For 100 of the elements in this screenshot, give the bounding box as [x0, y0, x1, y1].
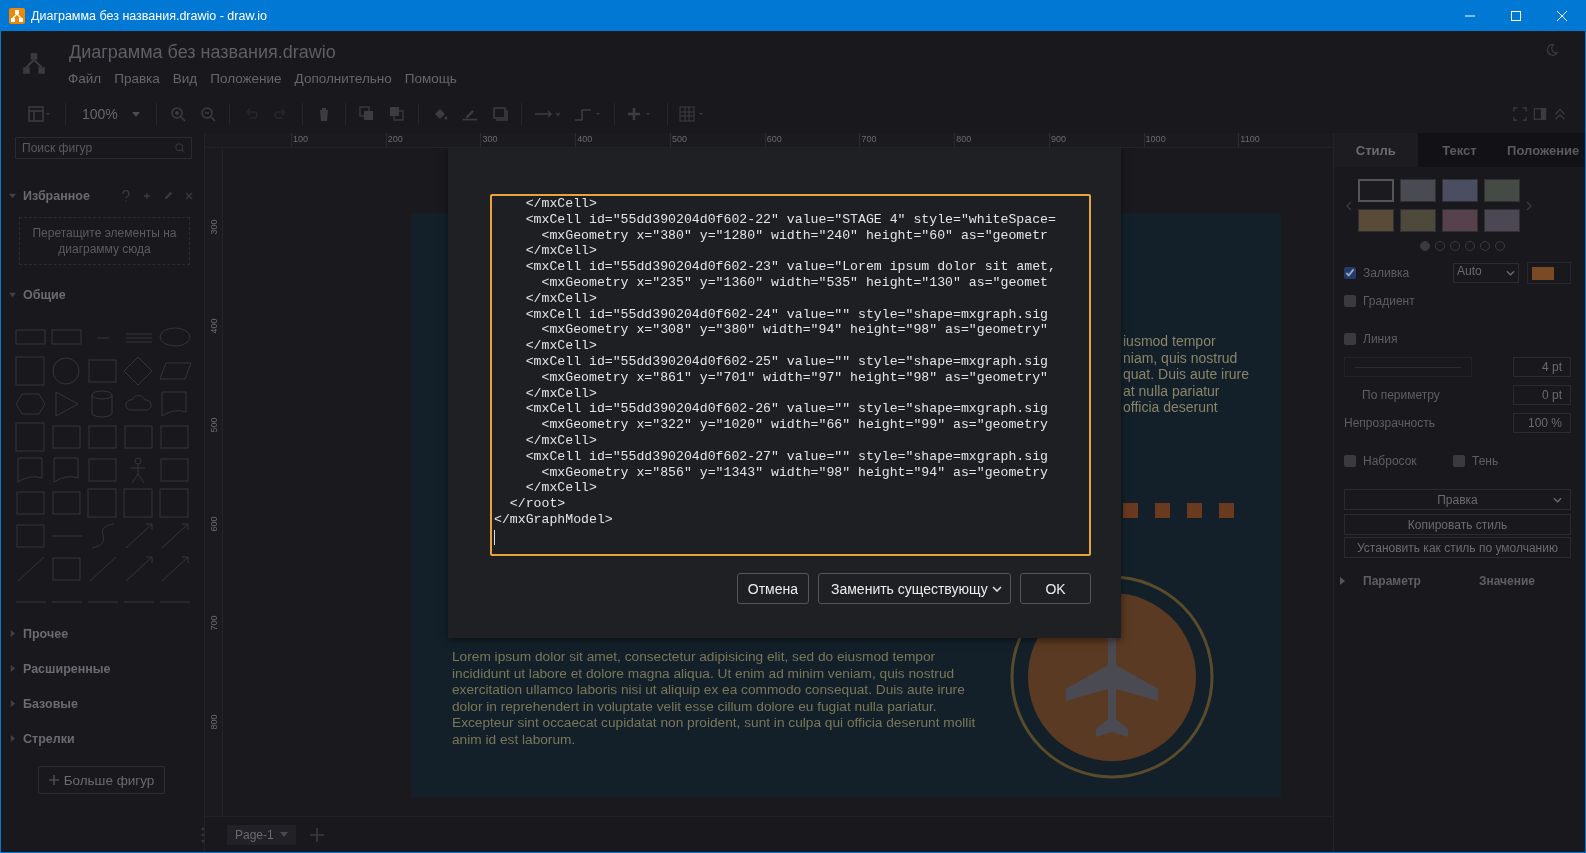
set-default-style-button[interactable]: Установить как стиль по умолчанию — [1344, 537, 1571, 558]
menu-item[interactable]: Положение — [210, 71, 282, 86]
style-swatch[interactable] — [1484, 209, 1520, 232]
search-field[interactable]: Поиск фигур — [15, 137, 192, 159]
maximize-icon[interactable] — [1510, 9, 1522, 22]
menu-item[interactable]: Дополнительно — [294, 71, 392, 86]
help-icon[interactable] — [121, 189, 131, 202]
ruler-label: 600 — [764, 133, 860, 147]
section-title[interactable]: Стрелки — [23, 731, 75, 746]
diagram-text: iusmod tempor — [1123, 333, 1217, 350]
copy-style-button[interactable]: Копировать стиль — [1344, 514, 1571, 535]
caret-icon[interactable] — [9, 700, 16, 707]
expand-icon[interactable] — [1340, 577, 1345, 585]
line-width-field[interactable]: 4 pt — [1513, 357, 1571, 377]
column-header[interactable]: Параметр — [1351, 574, 1421, 588]
window-title: Диаграмма без названия.drawio - draw.io — [31, 8, 267, 23]
ruler-label: 600 — [208, 516, 219, 532]
opacity-field[interactable]: 100 % — [1513, 413, 1571, 433]
ok-button[interactable]: OK — [1020, 573, 1091, 604]
edit-style-select[interactable]: Правка — [1344, 489, 1571, 510]
ruler-label: 800 — [954, 133, 1049, 147]
style-swatch[interactable] — [1358, 179, 1394, 202]
zoom-select[interactable]: 100% — [82, 106, 140, 122]
section-title[interactable]: Базовые — [23, 696, 78, 711]
ruler-label: 300 — [480, 133, 576, 147]
moon-icon[interactable] — [1545, 43, 1559, 57]
caret-icon[interactable] — [9, 735, 16, 742]
caret-icon[interactable] — [9, 630, 16, 637]
square-shape — [1187, 503, 1202, 518]
checkbox[interactable] — [1344, 267, 1356, 279]
style-swatch[interactable] — [1358, 209, 1394, 232]
close-icon[interactable] — [1556, 9, 1568, 22]
format-tab[interactable]: Текст — [1417, 133, 1502, 167]
ruler-label: 100 — [291, 133, 386, 147]
caret-icon[interactable] — [9, 291, 16, 298]
more-shapes-button[interactable]: Больше фигур — [37, 766, 166, 794]
diagram-text: officia deserunt — [1123, 399, 1219, 416]
shadow-icon[interactable] — [491, 106, 508, 122]
menu-item[interactable]: Файл — [68, 71, 102, 86]
waypoint-icon[interactable] — [572, 106, 603, 122]
ruler-label: 500 — [669, 133, 765, 147]
section-title[interactable]: Прочее — [23, 626, 69, 641]
document-title[interactable]: Диаграмма без названия.drawio — [69, 42, 457, 63]
drop-hint: Перетащите элементы на диаграмму сюда — [31, 225, 178, 257]
checkbox[interactable] — [1453, 455, 1465, 467]
perimeter-label: По периметру — [1362, 388, 1440, 402]
menu-item[interactable]: Вид — [172, 71, 198, 86]
page-tab[interactable]: Page-1 — [227, 824, 296, 845]
fill-mode-select[interactable]: Auto — [1453, 263, 1519, 283]
pencil-icon[interactable] — [163, 189, 173, 202]
line-label: Линия — [1363, 332, 1398, 346]
checkbox[interactable] — [1344, 295, 1356, 307]
caret-icon[interactable] — [9, 192, 16, 199]
square-shape — [1123, 503, 1138, 518]
zoom-out-icon[interactable] — [199, 106, 216, 122]
style-swatch[interactable] — [1400, 209, 1436, 232]
xml-editor-field[interactable]: </mxCell> <mxCell id="55dd390204d0f602-22" value="STAGE 4" style="whiteSpace= <mxGeometry x="380" y="1280" width="240" height="60" as="geometr </mxCell> <mxCell id="55dd390204d0f602-23" value="Lorem ipsum dolor sit amet, <mxGeometry x="235" y="1360" width="535" height="130" as="geomet </mxCell> <mxCell id="55dd390204d0f602-24" value="" style="shape=mxgraph.sig <mxGeometry x="308" y="380" width="94" height="98" as="geometry" </mxCell> <mxCell id="55dd390204d0f602-25" value="" style="shape=mxgraph.sig <mxGeometry x="861" y="701" width="97" height="98" as="geometry" </mxCell> <mxCell id="55dd390204d0f602-26" value="" style="shape=mxgraph.sig <mxGeometry x="322" y="1020" width="66" height="99" as="geometry </mxCell> <mxCell id="55dd390204d0f602-27" value="" style="shape=mxgraph.sig <mxGeometry x="856" y="1343" width="98" height="94" as="geometry </mxCell> </root> </mxGraphModel> — [490, 194, 1091, 556]
menu-item[interactable]: Помощь — [404, 71, 457, 86]
caret-icon — [279, 832, 288, 837]
fullscreen-icon[interactable] — [1513, 107, 1527, 121]
diagram-paragraph: Lorem ipsum dolor sit amet, consectetur adipisicing elit, sed do eiusmod tempor incididunt ut labore et dolore magna aliqua. Ut enim ad minim veniam, quis nostrud exercitation ullamco laboris nisi ut aliquip ex ea commodo consequat. Duis aute irure dolor in reprehendert in voluptate velit esse cillum dolore eu fugiat nulla pariatur. Excepteur sint occaecat cupidatat non proident, sunt in culpa qui officia deserunt mollit anim id est laborum. — [452, 649, 977, 748]
gradient-label: Градиент — [1363, 294, 1415, 308]
format-panel-icon[interactable] — [1533, 107, 1547, 121]
section-title[interactable]: Общие — [23, 287, 66, 302]
menu-item[interactable]: Правка — [114, 71, 160, 86]
format-tab[interactable]: Положение — [1501, 133, 1585, 167]
style-swatch[interactable] — [1442, 179, 1478, 202]
zoom-in-icon[interactable] — [169, 106, 186, 122]
collapse-icon[interactable] — [1553, 107, 1567, 121]
ruler-label: 200 — [385, 133, 481, 147]
search-icon — [174, 142, 186, 154]
ruler-label: 700 — [208, 615, 219, 631]
cancel-button[interactable]: Отмена — [736, 573, 809, 604]
format-tab[interactable]: Стиль — [1334, 133, 1418, 167]
caret-icon — [992, 585, 1002, 592]
to-back-icon[interactable] — [388, 106, 405, 122]
fill-label: Заливка — [1363, 266, 1410, 280]
section-title[interactable]: Избранное — [23, 188, 90, 203]
pager-dot[interactable] — [1420, 241, 1430, 251]
ruler-label: 700 — [859, 133, 955, 147]
caret-icon — [1506, 270, 1515, 276]
style-swatch[interactable] — [1400, 179, 1436, 202]
sketch-label: Набросок — [1363, 454, 1418, 468]
checkbox[interactable] — [1344, 455, 1356, 467]
to-front-icon[interactable] — [358, 106, 375, 122]
perimeter-field[interactable]: 0 pt — [1513, 385, 1571, 405]
column-header: Значение — [1477, 574, 1535, 588]
checkbox[interactable] — [1344, 333, 1356, 345]
diagram-text: at nulla pariatur — [1123, 382, 1221, 399]
fill-color-picker[interactable] — [1527, 262, 1571, 284]
style-swatch[interactable] — [1484, 179, 1520, 202]
diagram-text: niam, quis nostrud — [1123, 349, 1239, 366]
add-page-icon[interactable] — [309, 827, 324, 842]
caret-icon[interactable] — [9, 665, 16, 672]
layout-icon[interactable] — [28, 106, 52, 122]
style-swatch[interactable] — [1442, 209, 1478, 232]
mode-select[interactable]: Заменить существующу — [818, 573, 1011, 604]
section-title[interactable]: Расширенные — [23, 661, 111, 676]
diagram-text: quat. Duis aute irure — [1123, 366, 1250, 383]
caret-icon — [131, 111, 140, 117]
